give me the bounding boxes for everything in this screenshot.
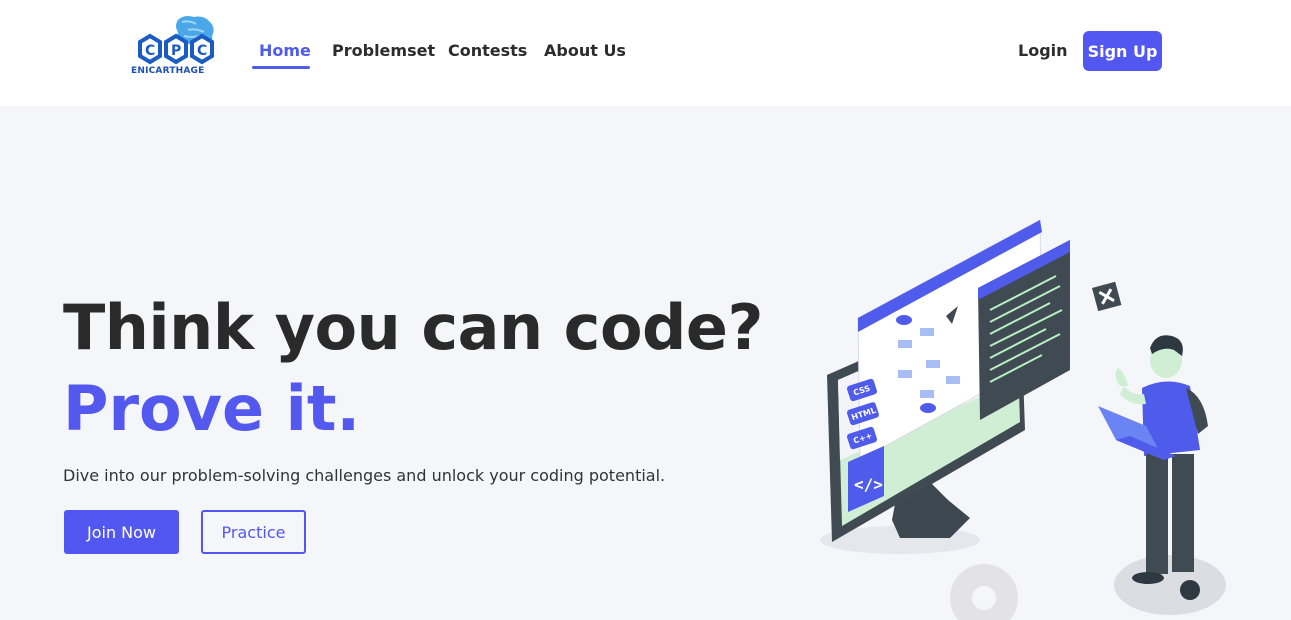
login-link[interactable]: Login	[1018, 41, 1068, 60]
logo-caption: ENICARTHAGE	[131, 66, 205, 76]
person-figure	[1098, 335, 1208, 600]
logo-letter-c1: C	[145, 43, 155, 59]
sign-up-button[interactable]: Sign Up	[1083, 31, 1162, 71]
hero-accent: Prove it.	[63, 372, 361, 445]
hero-headline: Think you can code?	[63, 291, 763, 364]
nav-contests[interactable]: Contests	[448, 41, 527, 60]
logo-letter-3: C	[197, 43, 207, 59]
nav-problemset[interactable]: Problemset	[332, 41, 435, 60]
join-now-button[interactable]: Join Now	[64, 510, 179, 554]
nav-home[interactable]: Home	[259, 41, 311, 60]
nav-active-underline	[252, 66, 310, 69]
coding-illustration: CSS HTML C++ </>	[820, 219, 1226, 620]
hero-subtext: Dive into our problem-solving challenges…	[63, 466, 666, 485]
close-icon	[1092, 281, 1122, 312]
gear-icon	[950, 564, 1018, 620]
practice-button[interactable]: Practice	[201, 510, 306, 554]
logo-letter-2: P	[171, 43, 181, 59]
top-navbar: C PC ENICARTHAGE Home Problemset Contest…	[0, 0, 1291, 106]
code-symbol: </>	[854, 475, 883, 494]
nav-about-us[interactable]: About Us	[544, 41, 626, 60]
